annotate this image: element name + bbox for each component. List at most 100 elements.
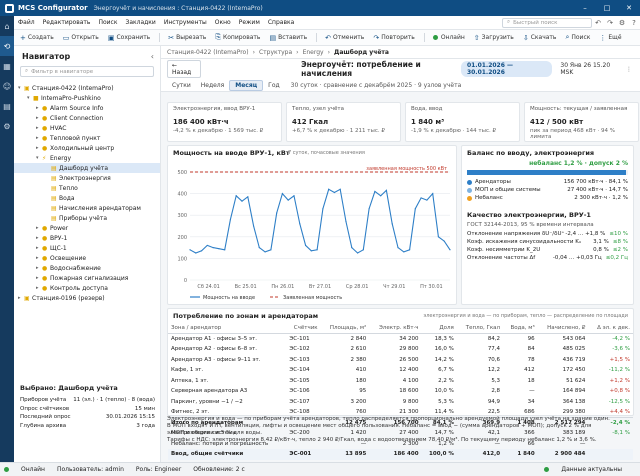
- table-row[interactable]: Аптека, 1 эт. ЭС-105 180 4 100 2,2 % 5,3 18 51 …: [168, 376, 633, 387]
- online-toggle[interactable]: Онлайн: [432, 34, 465, 41]
- tree-node[interactable]: ▸ ● Контроль доступа: [14, 283, 160, 293]
- copy-button[interactable]: ⎘ Копировать: [215, 33, 260, 42]
- data-point: [414, 208, 416, 210]
- tree-node[interactable]: ▸ ● Client Connection: [14, 113, 160, 123]
- tree-node[interactable]: ▾ ⚡ Energy: [14, 153, 160, 163]
- tree-node[interactable]: ▸ ● ЩС-1: [14, 243, 160, 253]
- find-button[interactable]: ⌕ Поиск: [565, 33, 590, 42]
- open-button[interactable]: ▭ Открыть: [63, 34, 99, 42]
- breadcrumb-item[interactable]: Станция-0422 (IntemaPro): [167, 49, 249, 56]
- menu-window[interactable]: Окно: [211, 19, 235, 26]
- menu-help[interactable]: Справка: [264, 19, 298, 26]
- tree-node[interactable]: ▸ ● Power: [14, 223, 160, 233]
- tree-node[interactable]: ▸ ● Водоснабжение: [14, 263, 160, 273]
- menu-tools[interactable]: Инструменты: [160, 19, 211, 26]
- period-selector[interactable]: 01.01.2026 — 30.01.2026: [460, 61, 553, 77]
- download-button[interactable]: ⇩ Скачать: [523, 34, 557, 42]
- y-tick-label: 500: [177, 170, 187, 176]
- tree-node[interactable]: ▸ ● ВРУ-1: [14, 233, 160, 243]
- save-button[interactable]: ▣ Сохранить: [108, 34, 150, 42]
- column-header[interactable]: Доля: [421, 323, 457, 334]
- paste-button[interactable]: ▤ Вставить: [269, 34, 307, 42]
- toolbar-divider: [159, 33, 161, 42]
- undo-icon[interactable]: ↶: [592, 19, 604, 27]
- column-header[interactable]: Зона / арендатор: [168, 323, 287, 334]
- kpi-card-water[interactable]: Вода, ввод 1 840 м³ -1,9 % к декабрю · 144…: [405, 102, 520, 142]
- close-icon[interactable]: ✕: [618, 4, 640, 12]
- tree-node[interactable]: ▤ Электроэнергия: [14, 173, 160, 183]
- kpi-card-heat[interactable]: Тепло, узел учёта 412 Гкал +6,7 % к декабр…: [286, 102, 401, 142]
- table-cell: 4 100: [402, 377, 419, 384]
- redo-button[interactable]: ↷ Повторить: [373, 34, 415, 42]
- table-row[interactable]: Кафе, 1 эт. ЭС-104 410 12 400 6,7 % 12,2 412 17…: [168, 365, 633, 376]
- table-row[interactable]: Ввод, общие счётчики ЭС-001 13 895 186 400 1…: [168, 449, 633, 460]
- settings-gear-icon[interactable]: ⚙: [616, 19, 628, 27]
- redo-icon[interactable]: ↷: [604, 19, 616, 27]
- page-more-icon[interactable]: ⋮: [626, 66, 632, 73]
- share-icon[interactable]: ⟲: [0, 36, 14, 56]
- user-icon[interactable]: ☺: [0, 76, 14, 96]
- column-header[interactable]: Начислено, ₽: [537, 323, 589, 334]
- column-header[interactable]: Δ эл. к дек.: [588, 323, 633, 334]
- menu-mode[interactable]: Режим: [235, 19, 264, 26]
- table-row[interactable]: Серверная арендатора А3 ЭС-106 95 18 600 10,…: [168, 386, 633, 397]
- more-icon: ⋮: [599, 33, 607, 42]
- collapse-icon[interactable]: ‹: [151, 52, 154, 61]
- column-header[interactable]: Вода, м³: [503, 323, 538, 334]
- tree-node[interactable]: ▸ ● Alarm Source Info: [14, 103, 160, 113]
- column-header[interactable]: Тепло, Гкал: [456, 323, 504, 334]
- breadcrumb-item[interactable]: Energy: [303, 49, 324, 56]
- tree-node[interactable]: ▸ ● HVAC: [14, 123, 160, 133]
- column-header[interactable]: Площадь, м²: [320, 323, 370, 334]
- table-row[interactable]: Арендатор А3 · офисы 9–11 эт. ЭС-103 2 380…: [168, 355, 633, 366]
- breadcrumb-item[interactable]: Структура: [259, 49, 292, 56]
- menu-edit[interactable]: Редактировать: [39, 19, 95, 26]
- tree-node[interactable]: ▾ ▣ Станция-0422 (IntemaPro): [14, 83, 160, 93]
- tab-week[interactable]: Неделя: [196, 80, 230, 91]
- more-button[interactable]: ⋮ Ещё: [599, 34, 621, 42]
- table-row[interactable]: Паркинг, уровни −1 / −2 ЭС-107 3 200 9 800 5…: [168, 397, 633, 408]
- tab-day[interactable]: Сутки: [167, 80, 196, 91]
- grid-icon[interactable]: ▤: [0, 96, 14, 116]
- kpi-card-power[interactable]: Мощность: текущая / заявленная 412 / 500 …: [524, 102, 639, 142]
- menu-bookmarks[interactable]: Закладки: [121, 19, 159, 26]
- tree-node[interactable]: ▸ ● Освещение: [14, 253, 160, 263]
- navigator-filter-input[interactable]: ⌕ Фильтр в навигаторе: [20, 66, 154, 77]
- tab-month[interactable]: Месяц: [229, 79, 264, 91]
- tree-node[interactable]: ▤ Дашборд учёта: [14, 163, 160, 173]
- menu-file[interactable]: Файл: [14, 19, 39, 26]
- menu-search[interactable]: Поиск: [94, 19, 121, 26]
- tree-node[interactable]: ▾ ■ IntemaPro-Pushkino: [14, 93, 160, 103]
- tree-node[interactable]: ▸ ● Тепловой пункт: [14, 133, 160, 143]
- table-row[interactable]: Арендатор А2 · офисы 6–8 эт. ЭС-102 2 610 2…: [168, 344, 633, 355]
- tree-node[interactable]: ▤ Начисления арендаторам: [14, 203, 160, 213]
- series-line-power: [189, 188, 451, 254]
- settings-icon[interactable]: ⚙: [0, 116, 14, 136]
- tab-year[interactable]: Год: [263, 80, 284, 91]
- upload-button[interactable]: ⇧ Загрузить: [474, 34, 514, 42]
- maximize-icon[interactable]: □: [596, 4, 618, 12]
- home-icon[interactable]: ⌂: [0, 16, 14, 36]
- help-icon[interactable]: ?: [628, 19, 640, 27]
- quick-search-input[interactable]: ⌕ Быстрый поиск: [502, 17, 592, 28]
- tree-node[interactable]: ▸ ▣ Станция-0196 (резерв): [14, 293, 160, 303]
- table-cell: 3 200: [350, 398, 367, 405]
- minimize-icon[interactable]: –: [574, 4, 596, 12]
- cut-button[interactable]: ✂ Вырезать: [168, 34, 206, 42]
- tree-node[interactable]: ▤ Приборы учёта: [14, 213, 160, 223]
- data-point: [224, 249, 226, 251]
- node-type-icon: ▣: [24, 84, 30, 92]
- kpi-card-electricity[interactable]: Электроэнергия, ввод ВРУ-1 186 400 кВт·ч -…: [167, 102, 282, 142]
- tree-node[interactable]: ▸ ● Пожарная сигнализация: [14, 273, 160, 283]
- column-header[interactable]: Электр. кВт·ч: [369, 323, 422, 334]
- power-line-chart[interactable]: 0 100 200 300 400 500 заявленная мощность 500 …: [168, 158, 456, 303]
- chart-icon[interactable]: ▦: [0, 56, 14, 76]
- column-header[interactable]: Счётчик: [286, 323, 321, 334]
- tree-node[interactable]: ▤ Вода: [14, 193, 160, 203]
- table-row[interactable]: Арендатор А1 · офисы 3–5 эт. ЭС-101 2 840 3…: [168, 334, 633, 345]
- create-button[interactable]: + Создать: [20, 34, 54, 42]
- undo-button[interactable]: ↶ Отменить: [325, 34, 364, 42]
- tree-node[interactable]: ▤ Тепло: [14, 183, 160, 193]
- back-button[interactable]: ← Назад: [167, 60, 202, 78]
- tree-node[interactable]: ▸ ● Холодильный центр: [14, 143, 160, 153]
